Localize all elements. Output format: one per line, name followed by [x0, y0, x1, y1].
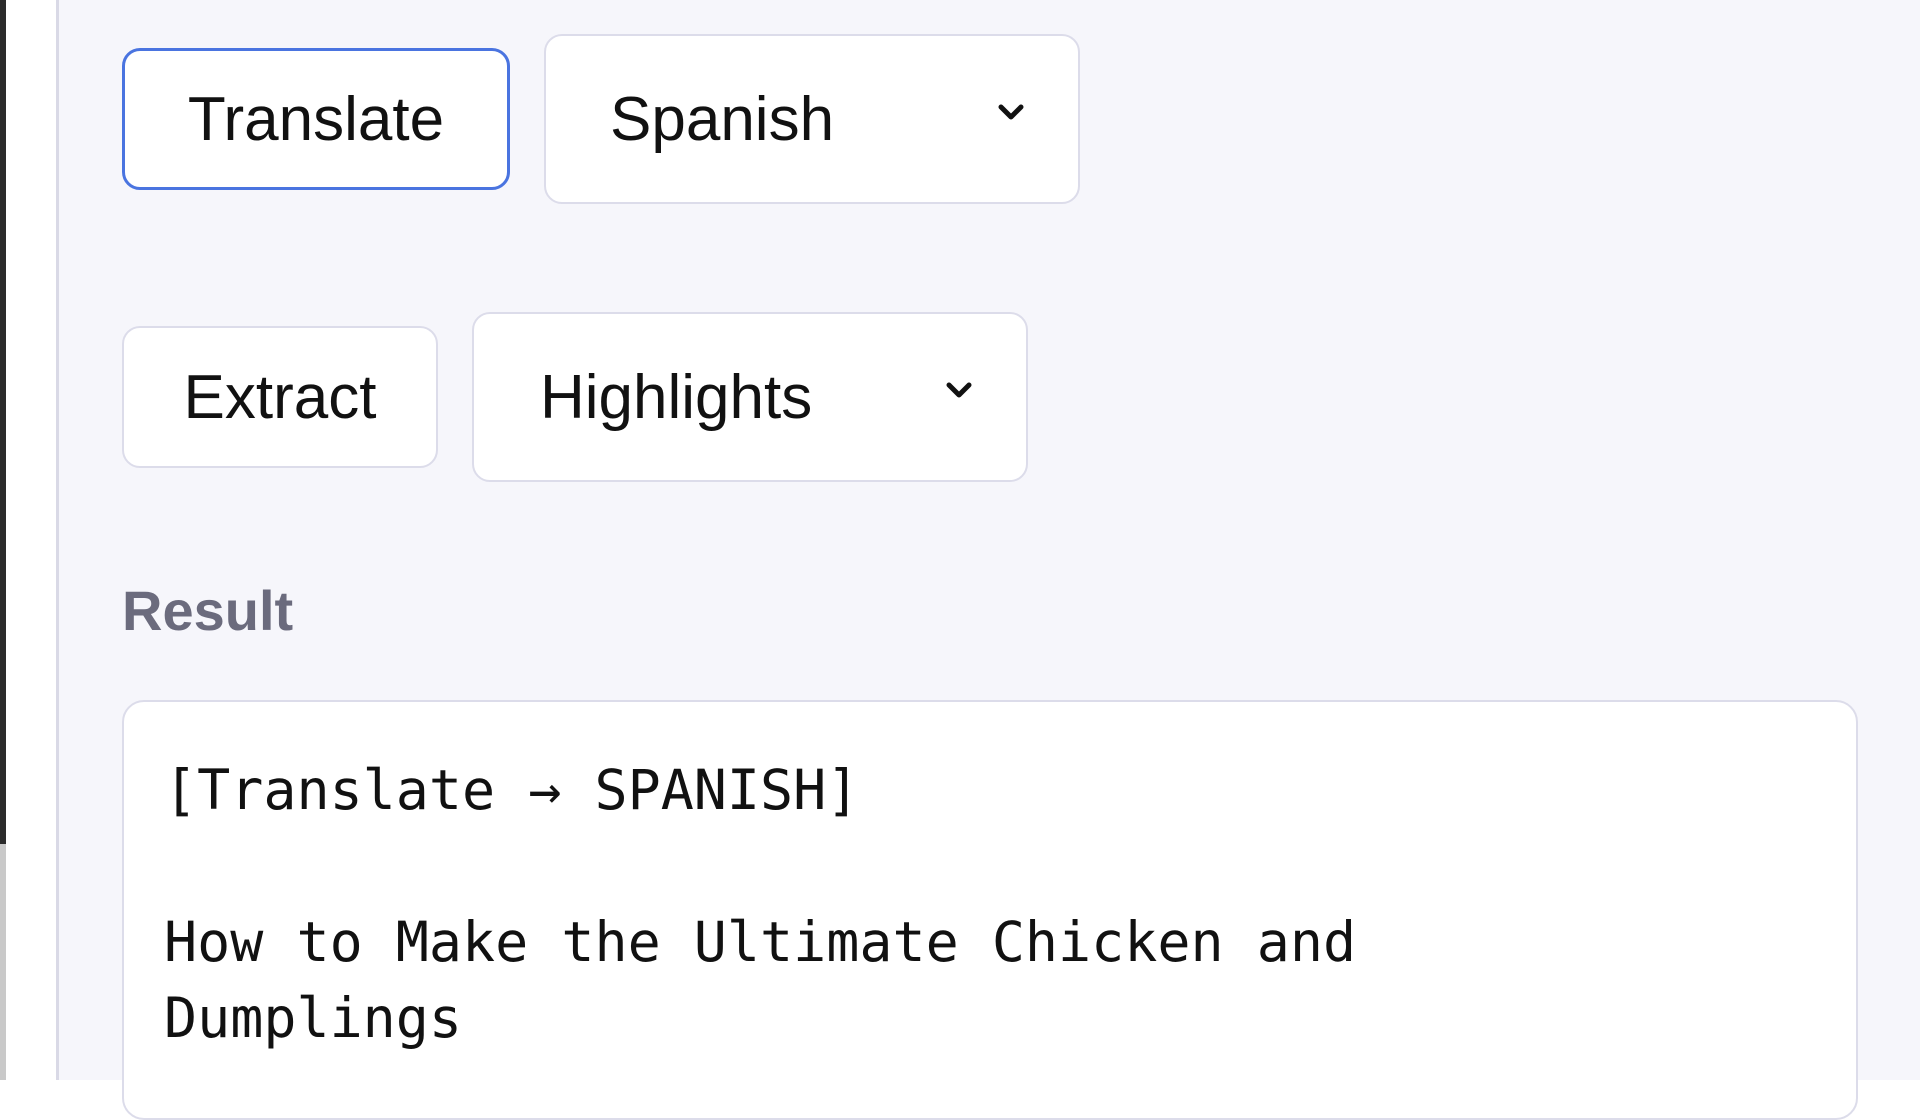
result-label: Result [122, 579, 294, 642]
extract-type-select[interactable]: Highlights [472, 312, 1028, 482]
language-select[interactable]: Spanish [544, 34, 1080, 204]
extract-type-select-value: Highlights [540, 362, 813, 432]
window-edge-lower [0, 844, 6, 1080]
result-output[interactable]: [Translate → SPANISH] How to Make the Ult… [122, 700, 1858, 1120]
translate-button[interactable]: Translate [122, 48, 510, 190]
result-title-line: How to Make the Ultimate Chicken and [164, 910, 1357, 974]
chevron-down-icon [944, 375, 974, 405]
language-select-value: Spanish [610, 84, 835, 154]
extract-button[interactable]: Extract [122, 326, 438, 468]
result-title-line-continued: Dumplings [164, 986, 463, 1050]
result-header-line: [Translate → SPANISH] [164, 758, 860, 822]
chevron-down-icon [996, 97, 1026, 127]
result-blank-line [164, 828, 1816, 904]
window-edge [0, 0, 6, 844]
